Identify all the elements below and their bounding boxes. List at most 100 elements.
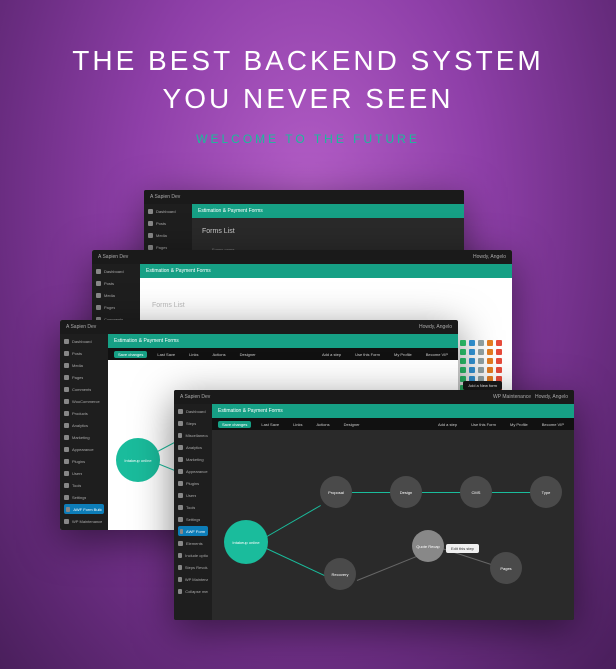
- add-step-button[interactable]: Add a step: [434, 421, 461, 428]
- sidebar-item-label[interactable]: Media: [72, 363, 83, 368]
- sidebar-item-label[interactable]: Settings: [186, 517, 200, 522]
- save-button[interactable]: Save changes: [218, 421, 251, 428]
- delete-icon[interactable]: [496, 349, 502, 355]
- actions-tab[interactable]: Actions: [209, 351, 230, 358]
- sidebar-item-label[interactable]: WP Maintenance: [185, 577, 208, 582]
- sidebar-item-label[interactable]: Dashboard: [186, 409, 206, 414]
- actions-tab[interactable]: Actions: [313, 421, 334, 428]
- profile-button[interactable]: My Profile: [506, 421, 532, 428]
- flow-node[interactable]: CMS: [460, 476, 492, 508]
- flow-node[interactable]: Recovery: [324, 558, 356, 590]
- links-tab[interactable]: Links: [185, 351, 202, 358]
- vip-button[interactable]: Become VIP: [538, 421, 568, 428]
- dup-icon[interactable]: [469, 358, 475, 364]
- sidebar-item-label[interactable]: Comments: [72, 387, 91, 392]
- save-button[interactable]: Save changes: [114, 351, 147, 358]
- sidebar-item-label[interactable]: Media: [104, 293, 115, 298]
- sidebar-item-label[interactable]: Plugins: [72, 459, 85, 464]
- sidebar-item-label[interactable]: Posts: [104, 281, 114, 286]
- sidebar-item-label[interactable]: Media: [156, 233, 167, 238]
- delete-icon[interactable]: [496, 340, 502, 346]
- wp-topbar: A Sapien Dev Howdy, Angelo: [92, 250, 512, 264]
- designer-tab[interactable]: Designer: [340, 421, 364, 428]
- page-subheader: Estimation & Payment Forms: [108, 334, 458, 348]
- sidebar-item-label[interactable]: AWF Form Builder: [73, 507, 102, 512]
- sidebar-item-label[interactable]: Include options: [185, 553, 208, 558]
- sidebar-item-label[interactable]: Users: [72, 471, 82, 476]
- use-form-button[interactable]: Use this Form: [467, 421, 500, 428]
- sidebar-item-label[interactable]: Posts: [156, 221, 166, 226]
- sidebar-item-label[interactable]: Plugins: [186, 481, 199, 486]
- edit-icon[interactable]: [460, 349, 466, 355]
- dup-icon[interactable]: [469, 367, 475, 373]
- sidebar-item-label[interactable]: Users: [186, 493, 196, 498]
- sidebar-item-label[interactable]: Elements: [186, 541, 203, 546]
- export-icon[interactable]: [487, 367, 493, 373]
- profile-button[interactable]: My Profile: [390, 351, 416, 358]
- sidebar-item-label[interactable]: Steps: [186, 421, 196, 426]
- flow-canvas[interactable]: Intakeup online Proposal Recovery Design…: [212, 430, 574, 620]
- vip-button[interactable]: Become VIP: [422, 351, 452, 358]
- editor-toolbar: Save changes Last Save Links Actions Des…: [212, 418, 574, 430]
- sidebar-item-label[interactable]: AWF Form Builder: [186, 529, 206, 534]
- sidebar-item-label[interactable]: WooCommerce: [72, 399, 100, 404]
- sidebar-item-label[interactable]: Analytics: [72, 423, 88, 428]
- view-icon[interactable]: [478, 358, 484, 364]
- flow-node[interactable]: Pages: [490, 552, 522, 584]
- sidebar-item-label[interactable]: Tools: [72, 483, 81, 488]
- sidebar-item-label[interactable]: Dashboard: [156, 209, 176, 214]
- view-icon[interactable]: [478, 340, 484, 346]
- add-form-button[interactable]: Add a New form: [463, 381, 502, 390]
- flow-node[interactable]: Design: [390, 476, 422, 508]
- view-icon[interactable]: [478, 349, 484, 355]
- edit-icon[interactable]: [460, 340, 466, 346]
- delete-icon[interactable]: [496, 367, 502, 373]
- dup-icon[interactable]: [469, 349, 475, 355]
- topbar-user[interactable]: Howdy, Angelo: [419, 324, 452, 330]
- topbar-user[interactable]: Howdy, Angelo: [535, 394, 568, 400]
- sidebar-item-label[interactable]: Miscellaneous: [185, 433, 208, 438]
- edit-icon[interactable]: [460, 367, 466, 373]
- add-step-button[interactable]: Add a step: [318, 351, 345, 358]
- designer-tab[interactable]: Designer: [236, 351, 260, 358]
- export-icon[interactable]: [487, 358, 493, 364]
- subheader-title: Estimation & Payment Forms: [218, 408, 283, 414]
- sidebar-item-label[interactable]: Marketing: [72, 435, 90, 440]
- sidebar-item-label[interactable]: Products: [72, 411, 88, 416]
- flow-node-start[interactable]: Intakeup online: [116, 438, 160, 482]
- sidebar-item-label[interactable]: Pages: [72, 375, 83, 380]
- flow-node-start[interactable]: Intakeup online: [224, 520, 268, 564]
- export-icon[interactable]: [487, 340, 493, 346]
- sidebar-item-label[interactable]: Tools: [186, 505, 195, 510]
- topbar-user[interactable]: Howdy, Angelo: [473, 254, 506, 260]
- links-tab[interactable]: Links: [289, 421, 306, 428]
- sidebar-item-label[interactable]: Dashboard: [104, 269, 124, 274]
- sidebar-item-label[interactable]: Steps Revolution: [185, 565, 208, 570]
- flow-node-selected[interactable]: Quote Recap: [412, 530, 444, 562]
- sidebar-item-label[interactable]: Marketing: [186, 457, 204, 462]
- page-subheader: Estimation & Payment Forms: [140, 264, 512, 278]
- edit-step-tooltip[interactable]: Edit this step: [446, 544, 479, 553]
- headline-line1: THE BEST BACKEND SYSTEM: [0, 42, 616, 80]
- sidebar-item-label[interactable]: Pages: [104, 305, 115, 310]
- subheader-title: Estimation & Payment Forms: [146, 268, 211, 274]
- topbar-maintenance[interactable]: WP Maintenance: [493, 394, 531, 400]
- sidebar-item-label[interactable]: Posts: [72, 351, 82, 356]
- flow-node[interactable]: Type: [530, 476, 562, 508]
- delete-icon[interactable]: [496, 358, 502, 364]
- sidebar-item-label[interactable]: Appearance: [186, 469, 208, 474]
- export-icon[interactable]: [487, 349, 493, 355]
- sidebar-item-label[interactable]: Collapse menu: [185, 589, 208, 594]
- edit-icon[interactable]: [460, 358, 466, 364]
- sidebar-item-label[interactable]: Appearance: [72, 447, 94, 452]
- dup-icon[interactable]: [469, 340, 475, 346]
- sidebar-item-label[interactable]: WP Maintenance: [72, 519, 102, 524]
- lastsave-label: Last Save: [153, 351, 179, 358]
- sidebar-item-label[interactable]: Pages: [156, 245, 167, 250]
- sidebar-item-label[interactable]: Dashboard: [72, 339, 92, 344]
- use-form-button[interactable]: Use this Form: [351, 351, 384, 358]
- sidebar-item-label[interactable]: Analytics: [186, 445, 202, 450]
- sidebar-item-label[interactable]: Settings: [72, 495, 86, 500]
- flow-node[interactable]: Proposal: [320, 476, 352, 508]
- view-icon[interactable]: [478, 367, 484, 373]
